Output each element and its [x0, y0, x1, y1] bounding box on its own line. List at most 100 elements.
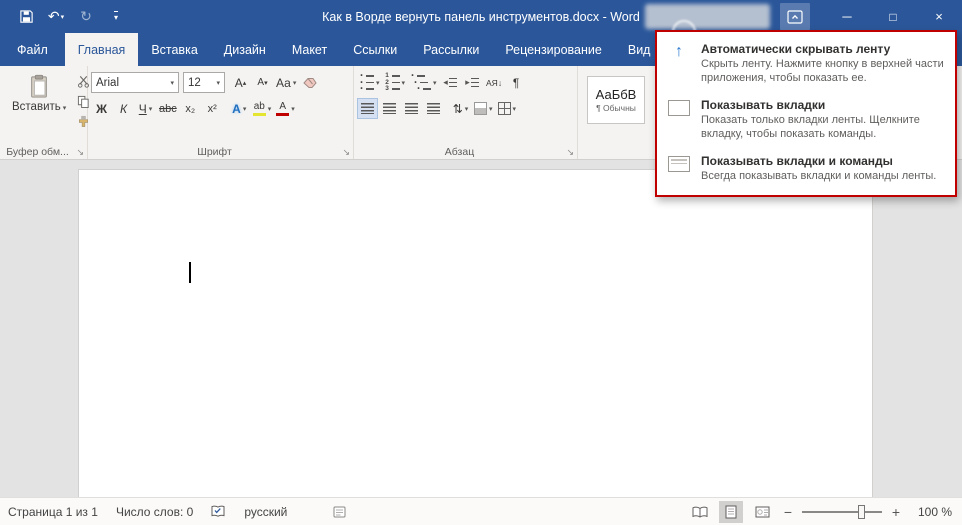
justify-button[interactable]	[423, 98, 444, 119]
show-formatting-marks-button[interactable]: ¶	[506, 72, 527, 93]
numbering-button[interactable]: 123 ▾	[383, 72, 408, 93]
maximize-button[interactable]: □	[870, 0, 916, 33]
font-size-caret-icon: ▾	[216, 79, 220, 87]
show-tabs-icon	[668, 100, 690, 116]
menu-item-title: Автоматически скрывать ленту	[701, 42, 891, 56]
save-icon	[19, 10, 33, 23]
tab-design[interactable]: Дизайн	[211, 33, 279, 66]
zoom-level[interactable]: 100 %	[910, 505, 952, 519]
line-spacing-icon: ⇅	[452, 101, 463, 116]
zoom-in-button[interactable]: +	[889, 504, 903, 520]
shrink-font-button[interactable]: А ▾	[252, 72, 273, 93]
paste-icon	[31, 74, 47, 98]
blurred-account-area	[645, 4, 770, 29]
paragraph-dialog-launcher[interactable]: ↘	[566, 148, 574, 157]
clear-formatting-button[interactable]	[299, 72, 320, 93]
customize-caret-icon: ▾	[113, 10, 118, 22]
document-page[interactable]	[78, 169, 873, 497]
font-dialog-launcher[interactable]: ↘	[342, 148, 350, 157]
font-group-label: Шрифт	[197, 146, 232, 158]
change-case-button[interactable]: Аа ▾	[274, 72, 298, 93]
sort-arrow-icon: ↓	[497, 77, 503, 88]
increase-indent-button[interactable]: ▸	[462, 72, 483, 93]
redo-button[interactable]: ↻	[74, 5, 98, 29]
paste-label: Вставить	[12, 101, 61, 113]
clipboard-dialog-launcher[interactable]: ↘	[76, 148, 84, 157]
menu-item-desc: Всегда показывать вкладки и команды лент…	[701, 170, 937, 182]
align-left-icon	[361, 103, 374, 114]
bullets-button[interactable]: • • • ▾	[357, 72, 382, 93]
ribbon-display-options-icon	[787, 9, 803, 24]
proofing-status-button[interactable]	[211, 505, 226, 518]
superscript-button[interactable]: х²	[202, 98, 223, 119]
font-size-value: 12	[188, 76, 201, 89]
read-mode-button[interactable]	[688, 501, 712, 523]
indent-arrow-icon: ▸	[465, 77, 470, 87]
line-spacing-button[interactable]: ⇅ ▾	[450, 98, 471, 119]
underline-button[interactable]: Ч ▾	[135, 98, 156, 119]
bullets-icon: • • •	[359, 72, 374, 92]
style-preview: АаБбВ	[595, 87, 637, 102]
align-center-button[interactable]	[379, 98, 400, 119]
menu-item-show-tabs[interactable]: Показывать вкладки Показать только вклад…	[657, 91, 955, 147]
read-mode-icon	[692, 506, 708, 518]
menu-item-desc: Показать только вкладки ленты. Щелкните …	[701, 114, 920, 140]
minimize-button[interactable]: ─	[824, 0, 870, 33]
word-count[interactable]: Число слов: 0	[116, 505, 193, 519]
language-indicator[interactable]: русский	[244, 505, 287, 519]
tab-home[interactable]: Главная	[64, 33, 139, 66]
bold-button[interactable]: Ж	[91, 98, 112, 119]
title-bar: ↶ ▾ ↻ ▾ Как в Ворде вернуть панель инстр…	[0, 0, 962, 44]
tab-references[interactable]: Ссылки	[340, 33, 410, 66]
paste-caret-icon: ▾	[62, 105, 67, 112]
print-layout-button[interactable]	[719, 500, 743, 523]
font-color-button[interactable]: А ▾	[274, 98, 297, 119]
menu-item-auto-hide-ribbon[interactable]: ↑ Автоматически скрывать ленту Скрыть ле…	[657, 35, 955, 91]
paste-button[interactable]: Вставить ▾	[7, 72, 71, 131]
tab-file[interactable]: Файл	[0, 33, 65, 66]
subscript-button[interactable]: х₂	[180, 98, 201, 119]
text-highlight-button[interactable]: ab ▾	[251, 98, 274, 119]
shading-button[interactable]: ▾	[472, 98, 495, 119]
font-name-caret-icon: ▾	[170, 79, 174, 87]
zoom-slider[interactable]	[802, 504, 882, 519]
ribbon-display-options-button[interactable]	[780, 3, 810, 30]
undo-button[interactable]: ↶ ▾	[44, 5, 68, 29]
zoom-slider-handle[interactable]	[858, 504, 865, 519]
align-left-button[interactable]	[357, 98, 378, 119]
align-right-button[interactable]	[401, 98, 422, 119]
decrease-indent-button[interactable]: ◂	[440, 72, 461, 93]
font-size-combo[interactable]: 12 ▾	[183, 72, 225, 93]
zoom-out-button[interactable]: −	[781, 504, 795, 520]
font-name-combo[interactable]: Arial ▾	[91, 72, 179, 93]
customize-quick-access-button[interactable]: ▾	[104, 5, 128, 29]
tab-mailings[interactable]: Рассылки	[410, 33, 492, 66]
close-button[interactable]: ×	[916, 0, 962, 33]
menu-item-show-tabs-and-commands[interactable]: Показывать вкладки и команды Всегда пока…	[657, 147, 955, 190]
web-layout-icon	[755, 506, 769, 517]
text-effects-button[interactable]: А ▾	[229, 98, 250, 119]
font-name-value: Arial	[96, 76, 120, 89]
tab-insert[interactable]: Вставка	[138, 33, 210, 66]
multilevel-list-button[interactable]: • • • ▾	[408, 72, 439, 93]
style-normal-chip[interactable]: АаБбВ ¶ Обычны	[587, 76, 645, 124]
save-button[interactable]	[14, 5, 38, 29]
shading-icon	[474, 102, 487, 115]
web-layout-button[interactable]	[750, 501, 774, 523]
style-name: ¶ Обычны	[596, 103, 636, 113]
quick-access-toolbar: ↶ ▾ ↻ ▾	[0, 5, 128, 29]
strikethrough-button[interactable]: abc	[157, 98, 179, 119]
text-cursor	[189, 262, 191, 283]
tab-layout[interactable]: Макет	[279, 33, 340, 66]
sort-button[interactable]: АЯ ↓	[484, 72, 505, 93]
tab-review[interactable]: Рецензирование	[492, 33, 615, 66]
clipboard-group: Вставить ▾ Буфер обм... ↘	[0, 66, 90, 159]
menu-item-desc: Скрыть ленту. Нажмите кнопку в верхней ч…	[701, 58, 944, 84]
italic-button[interactable]: К	[113, 98, 134, 119]
clear-formatting-icon	[303, 77, 317, 88]
status-extra-icon[interactable]	[333, 506, 346, 518]
borders-button[interactable]: ▾	[496, 98, 519, 119]
grow-font-button[interactable]: А ▴	[230, 72, 251, 93]
page-indicator[interactable]: Страница 1 из 1	[8, 505, 98, 519]
auto-hide-ribbon-icon: ↑	[675, 43, 683, 60]
